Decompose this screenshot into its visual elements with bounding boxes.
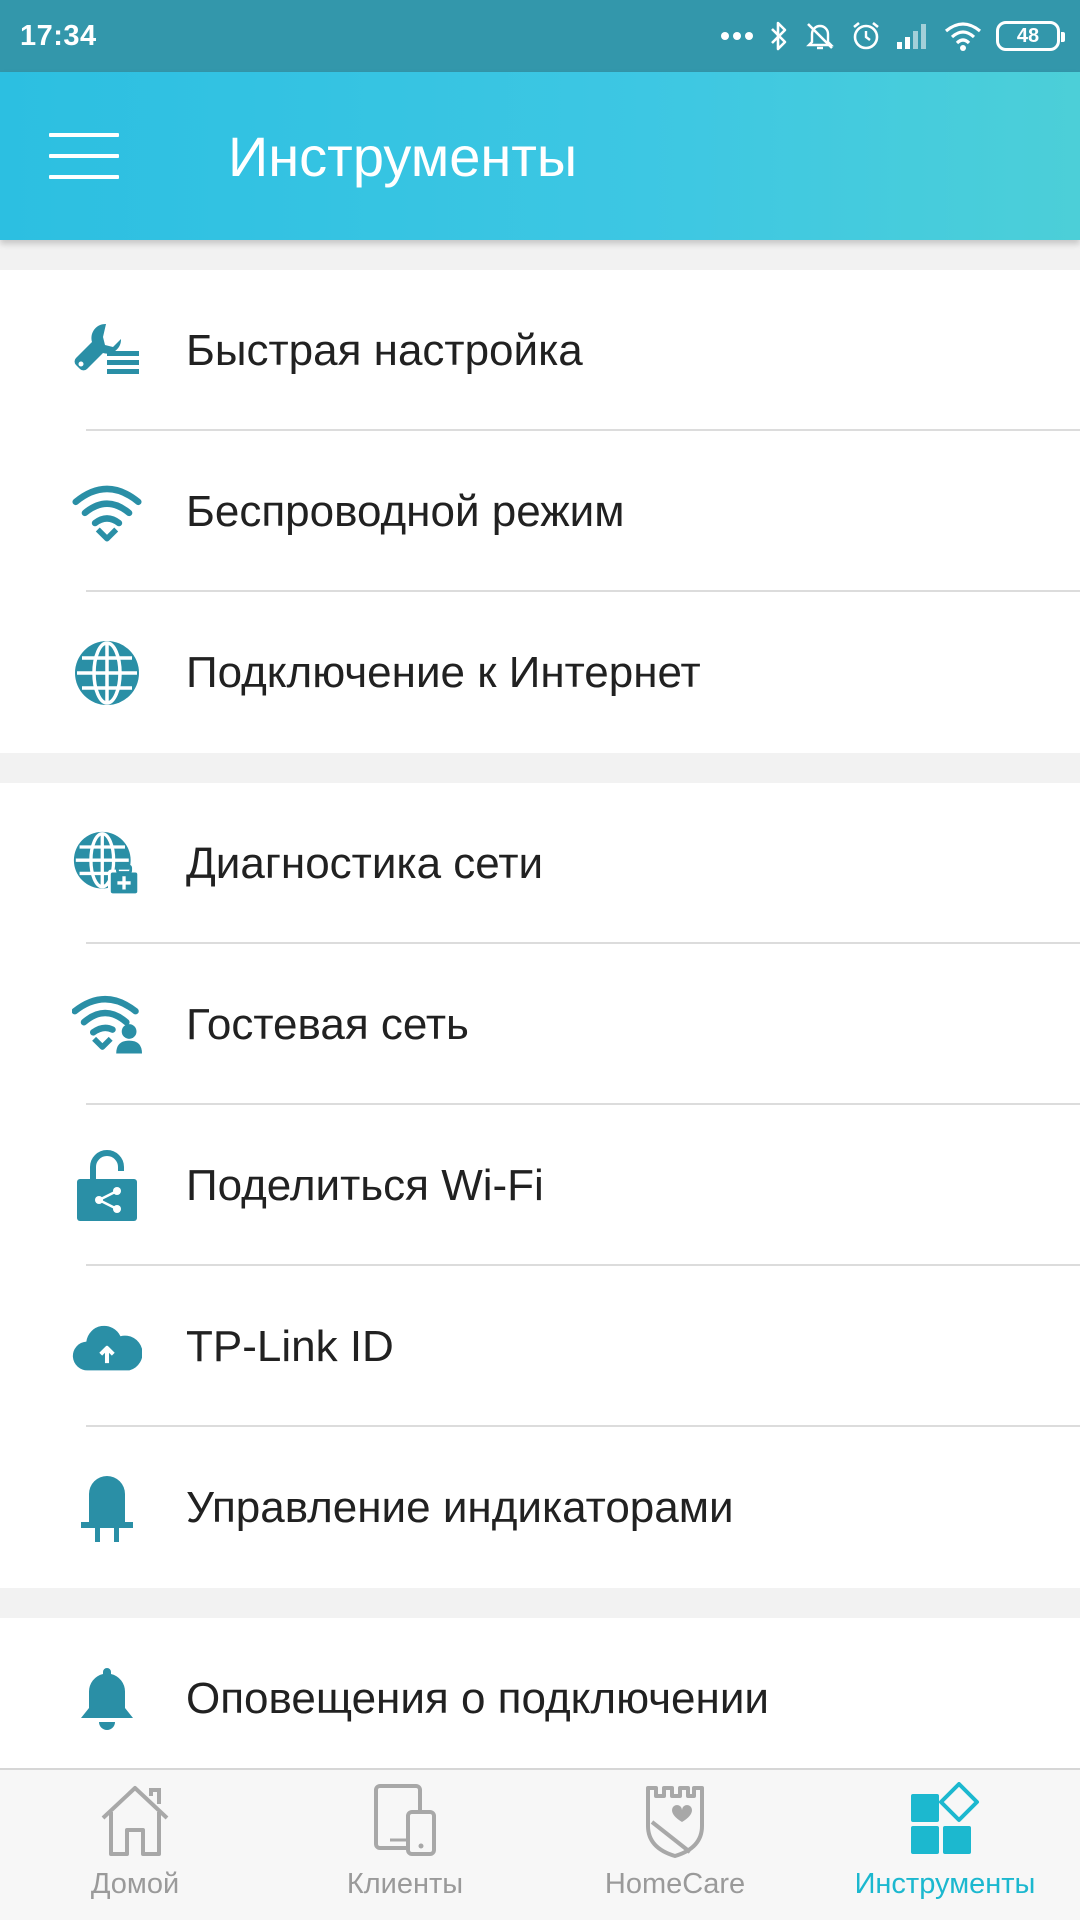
- wifi-status-icon: [944, 22, 982, 51]
- list-item-label: Управление индикаторами: [186, 1482, 734, 1532]
- menu-icon[interactable]: [24, 96, 144, 216]
- bell-icon: [72, 1664, 142, 1734]
- list-item-label: Беспроводной режим: [186, 486, 625, 536]
- list-item-diagnostics[interactable]: Диагностика сети: [0, 783, 1080, 944]
- nav-label: Инструменты: [854, 1868, 1036, 1900]
- nav-label: HomeCare: [604, 1868, 746, 1900]
- globe-icon: [72, 638, 142, 708]
- list-item-label: Поделиться Wi-Fi: [186, 1160, 544, 1210]
- battery-indicator: 48: [996, 21, 1065, 51]
- alarm-icon: [853, 21, 879, 50]
- tools-group-2: Диагностика сети Гостевая сеть Поделитьс…: [0, 783, 1080, 1588]
- list-item-tplink-id[interactable]: TP-Link ID: [0, 1266, 1080, 1427]
- list-item-led-control[interactable]: Управление индикаторами: [0, 1427, 1080, 1588]
- list-item-label: Оповещения о подключении: [186, 1673, 769, 1723]
- home-icon: [97, 1780, 173, 1860]
- nav-home[interactable]: Домой: [0, 1770, 270, 1920]
- tools-icon: [907, 1780, 983, 1860]
- list-item-share-wifi[interactable]: Поделиться Wi-Fi: [0, 1105, 1080, 1266]
- nav-homecare[interactable]: HomeCare: [540, 1770, 810, 1920]
- tools-group-1: Быстрая настройка Беспроводной режим Под…: [0, 270, 1080, 753]
- network-diagnostic-icon: [72, 829, 142, 899]
- signal-icon: [897, 24, 926, 49]
- status-icons: 48: [720, 20, 1065, 52]
- silent-icon: [806, 23, 834, 50]
- led-icon: [72, 1473, 142, 1543]
- tools-list: Быстрая настройка Беспроводной режим Под…: [0, 240, 1080, 1768]
- status-bar: 17:34 48: [0, 0, 1080, 72]
- list-item-label: Быстрая настройка: [186, 325, 583, 375]
- cloud-upload-icon: [72, 1312, 142, 1382]
- tools-group-3: Оповещения о подключении: [0, 1618, 1080, 1768]
- list-item-label: TP-Link ID: [186, 1321, 394, 1371]
- page-title: Инструменты: [228, 124, 578, 188]
- list-item-internet[interactable]: Подключение к Интернет: [0, 592, 1080, 753]
- bluetooth-icon: [771, 21, 787, 51]
- share-wifi-icon: [72, 1149, 142, 1221]
- status-time: 17:34: [20, 19, 97, 52]
- clients-icon: [370, 1780, 440, 1860]
- bottom-navigation: Домой Клиенты HomeCare Инструменты: [0, 1768, 1080, 1920]
- nav-clients[interactable]: Клиенты: [270, 1770, 540, 1920]
- homecare-shield-icon: [642, 1780, 708, 1860]
- wifi-icon: [72, 477, 142, 547]
- list-item-label: Подключение к Интернет: [186, 647, 701, 697]
- list-item-label: Гостевая сеть: [186, 999, 469, 1049]
- nav-tools[interactable]: Инструменты: [810, 1770, 1080, 1920]
- battery-level: 48: [1016, 24, 1040, 47]
- app-bar: Инструменты: [0, 72, 1080, 240]
- list-item-notifications[interactable]: Оповещения о подключении: [0, 1618, 1080, 1768]
- quick-setup-icon: [72, 316, 142, 386]
- guest-network-icon: [72, 990, 142, 1060]
- nav-label: Клиенты: [346, 1868, 464, 1900]
- list-item-quick-setup[interactable]: Быстрая настройка: [0, 270, 1080, 431]
- more-dots-icon: [721, 32, 753, 40]
- list-item-wireless[interactable]: Беспроводной режим: [0, 431, 1080, 592]
- list-item-label: Диагностика сети: [186, 838, 544, 888]
- list-item-guest-network[interactable]: Гостевая сеть: [0, 944, 1080, 1105]
- nav-label: Домой: [90, 1868, 180, 1900]
